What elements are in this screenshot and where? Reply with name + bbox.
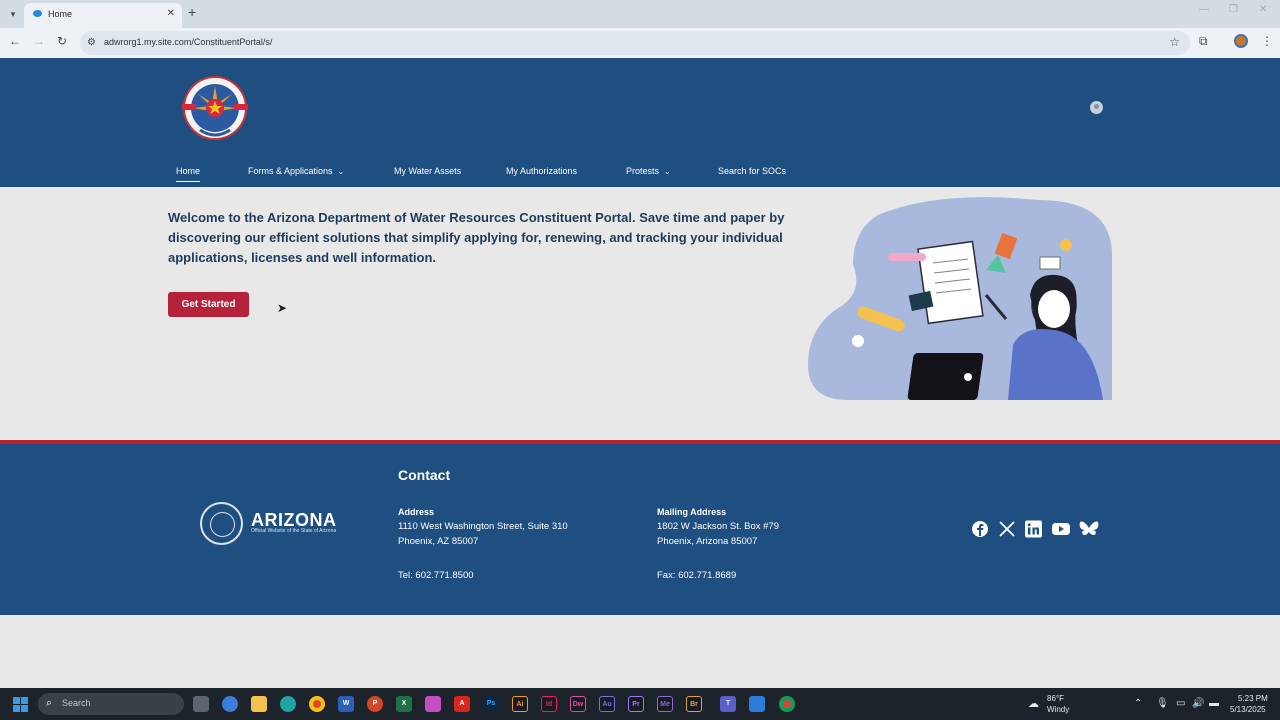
windows-taskbar: ⌕ Search W P X A Ps Ai Id Dw Au Pr Me Br… <box>0 688 1280 720</box>
browser-tab[interactable]: Home ✕ <box>24 3 182 28</box>
acrobat-icon[interactable]: A <box>454 696 470 712</box>
taskbar-app-7[interactable]: Br <box>686 696 702 712</box>
page-bottom-area <box>0 615 1280 688</box>
nav-forms-applications[interactable]: Forms & Applications ⌄ <box>248 166 344 176</box>
mailing-line1: 1802 W Jackson St. Box #79 <box>657 521 779 532</box>
back-icon[interactable]: ← <box>9 34 21 48</box>
restore-icon[interactable]: ❐ <box>1229 4 1238 15</box>
powerpoint-icon[interactable]: P <box>367 696 383 712</box>
screen: ▾ Home ✕ + — ❐ ✕ ← → ↻ ⚙ adwrorg1.my.sit… <box>0 0 1280 720</box>
mouse-cursor-icon: ➤ <box>277 301 288 315</box>
arizona-subtitle: Official Website of the State of Arizona <box>251 528 337 534</box>
new-tab-icon[interactable]: + <box>188 4 196 20</box>
task-view-icon[interactable] <box>193 696 209 712</box>
weather-icon[interactable]: ☁ <box>1028 697 1039 710</box>
taskbar-app-5[interactable]: Pr <box>628 696 644 712</box>
browser-toolbar: ← → ↻ ⚙ adwrorg1.my.site.com/Constituent… <box>0 28 1280 58</box>
welcome-text: Welcome to the Arizona Department of Wat… <box>168 210 785 265</box>
taskbar-app-3[interactable]: Dw <box>570 696 586 712</box>
site-footer: ARIZONA Official Website of the State of… <box>0 444 1280 615</box>
taskbar-app-6[interactable]: Me <box>657 696 673 712</box>
fax-number: Fax: 602.771.8689 <box>657 570 737 581</box>
tab-search-icon[interactable]: ▾ <box>4 5 22 23</box>
bluesky-icon[interactable] <box>1079 520 1099 538</box>
search-icon: ⌕ <box>46 697 53 709</box>
taskbar-search-input[interactable]: ⌕ Search <box>38 693 184 715</box>
taskbar-app-2[interactable]: Id <box>541 696 557 712</box>
nav-search-socs[interactable]: Search for SOCs <box>718 166 786 176</box>
taskbar-app-4[interactable]: Au <box>599 696 615 712</box>
salesforce-favicon-icon <box>33 10 42 17</box>
chrome-browser-icon[interactable] <box>309 696 325 712</box>
bookmark-star-icon[interactable]: ☆ <box>1169 35 1180 49</box>
hero-illustration <box>808 197 1112 400</box>
adwr-logo-icon[interactable] <box>172 74 258 142</box>
nav-my-water-assets[interactable]: My Water Assets <box>394 166 461 176</box>
photos-icon[interactable] <box>425 696 441 712</box>
forward-icon[interactable]: → <box>33 34 45 48</box>
clock-time[interactable]: 5:23 PM <box>1238 694 1268 703</box>
teams-icon[interactable]: T <box>720 696 736 712</box>
linkedin-icon[interactable] <box>1025 520 1042 538</box>
address-label: Address <box>398 507 435 517</box>
minimize-icon[interactable]: — <box>1199 4 1209 15</box>
taskbar-app-1[interactable]: Ai <box>512 696 528 712</box>
copilot-icon[interactable] <box>222 696 238 712</box>
windows-start-icon[interactable] <box>13 697 28 712</box>
volume-icon[interactable]: 🔊 <box>1192 698 1204 709</box>
word-icon[interactable]: W <box>338 696 354 712</box>
menu-kebab-icon[interactable]: ⋮ <box>1261 34 1273 48</box>
network-icon[interactable]: ▭ <box>1176 698 1185 709</box>
state-seal-icon[interactable] <box>200 502 243 545</box>
photoshop-icon[interactable]: Ps <box>483 696 499 712</box>
nav-my-authorizations[interactable]: My Authorizations <box>506 166 577 176</box>
profile-avatar-icon[interactable] <box>1234 34 1248 48</box>
microphone-icon[interactable]: 🎙 <box>1156 698 1169 709</box>
chevron-down-icon: ⌄ <box>664 167 671 176</box>
facebook-icon[interactable] <box>971 520 989 538</box>
tab-title: Home <box>48 9 73 19</box>
user-profile-icon[interactable] <box>1090 101 1103 114</box>
chevron-down-icon: ⌄ <box>337 167 345 176</box>
battery-icon[interactable]: ▬ <box>1209 698 1219 709</box>
taskbar-search-placeholder: Search <box>62 698 91 708</box>
hidden-icons-chevron-icon[interactable]: ⌃ <box>1134 698 1142 709</box>
address-line1: 1110 West Washington Street, Suite 310 <box>398 521 568 532</box>
excel-icon[interactable]: X <box>396 696 412 712</box>
site-info-icon[interactable]: ⚙ <box>87 37 96 48</box>
tel-number[interactable]: Tel: 602.771.8500 <box>398 568 474 583</box>
address-bar[interactable]: ⚙ adwrorg1.my.site.com/ConstituentPortal… <box>80 31 1190 55</box>
extensions-icon[interactable]: ⧉ <box>1199 34 1208 49</box>
nav-home[interactable]: Home <box>176 166 201 182</box>
weather-temp[interactable]: 86°F <box>1047 694 1064 703</box>
file-explorer-icon[interactable] <box>251 696 267 712</box>
nav-protests[interactable]: Protests ⌄ <box>626 166 671 176</box>
close-window-icon[interactable]: ✕ <box>1259 4 1267 15</box>
chrome-profile-icon[interactable] <box>779 696 795 712</box>
site-header: Home Forms & Applications ⌄ My Water Asse… <box>0 58 1280 187</box>
tab-close-icon[interactable]: ✕ <box>167 3 175 25</box>
youtube-icon[interactable] <box>1052 520 1070 538</box>
get-started-button[interactable]: Get Started <box>168 292 249 317</box>
reload-icon[interactable]: ↻ <box>57 34 67 48</box>
url-text: adwrorg1.my.site.com/ConstituentPortal/s… <box>104 37 273 47</box>
edge-browser-icon[interactable] <box>280 696 296 712</box>
mailing-address-label: Mailing Address <box>657 507 727 517</box>
address-line2: Phoenix, AZ 85007 <box>398 536 479 547</box>
outlook-icon[interactable] <box>749 696 765 712</box>
mailing-line2: Phoenix, Arizona 85007 <box>657 536 758 547</box>
clock-date[interactable]: 5/13/2025 <box>1230 705 1266 714</box>
contact-heading: Contact <box>398 467 451 483</box>
weather-desc[interactable]: Windy <box>1047 705 1069 714</box>
browser-tabstrip: ▾ Home ✕ + — ❐ ✕ <box>0 0 1280 28</box>
x-twitter-icon[interactable] <box>998 520 1016 538</box>
